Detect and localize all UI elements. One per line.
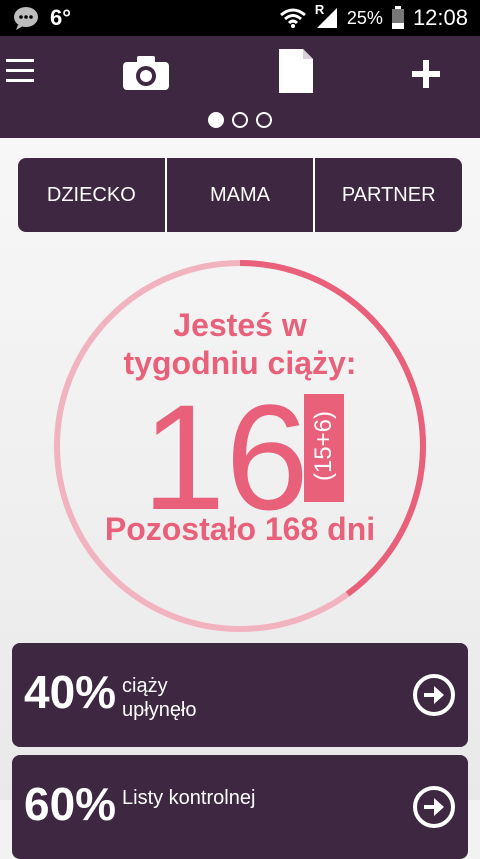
hamburger-icon (6, 59, 34, 82)
document-icon (279, 49, 313, 93)
page-dot-3[interactable] (256, 112, 272, 128)
checklist-percent: 60% (24, 778, 117, 830)
arrow-right-circle-icon[interactable] (412, 673, 456, 717)
roaming-letter: R (314, 2, 325, 17)
battery-icon (391, 6, 404, 29)
tab-dziecko[interactable]: DZIECKO (18, 158, 165, 232)
signal-indicator: R (315, 2, 339, 30)
tab-mama[interactable]: MAMA (164, 158, 314, 232)
plus-icon (412, 60, 440, 88)
progress-description: ciąży upłynęło (122, 674, 197, 722)
page-dot-2[interactable] (232, 112, 248, 128)
add-button[interactable] (404, 52, 448, 96)
page-dot-1[interactable] (208, 112, 224, 128)
clock: 12:08 (412, 5, 468, 30)
week-detail-badge: (15+6) (304, 394, 344, 502)
checklist-description: Listy kontrolnej (122, 786, 255, 810)
week-heading-line1: Jesteś w (173, 307, 307, 343)
weather-temperature: 6° (50, 5, 72, 30)
menu-button[interactable] (0, 50, 40, 92)
status-right: R 25% 12:08 (279, 2, 468, 31)
week-number: 16 (142, 373, 309, 541)
status-left: 6° (12, 5, 71, 31)
pregnancy-summary: Jesteś w tygodniu ciąży: 16 (15+6) Pozos… (50, 256, 430, 636)
camera-icon (123, 56, 169, 90)
profile-tabs: DZIECKO MAMA PARTNER (18, 158, 462, 232)
page-indicator[interactable] (0, 112, 480, 128)
progress-percent: 40% (24, 666, 117, 718)
progress-desc-line1: ciąży (122, 675, 168, 697)
days-remaining: Pozostało 168 dni (104, 511, 376, 547)
arrow-right-circle-icon[interactable] (412, 785, 456, 829)
document-button[interactable] (272, 46, 320, 96)
checklist-desc-line1: Listy kontrolnej (122, 787, 256, 809)
tab-partner[interactable]: PARTNER (313, 158, 462, 232)
progress-desc-line2: upłynęło (122, 699, 197, 721)
week-detail-text: (15+6) (310, 410, 337, 482)
checklist-card[interactable]: 60% Listy kontrolnej (12, 755, 468, 859)
progress-card[interactable]: 40% ciąży upłynęło (12, 643, 468, 747)
status-bar: 6° R 25% 12:08 (0, 0, 480, 36)
main-content: DZIECKO MAMA PARTNER Jesteś w tygodniu c… (0, 138, 480, 859)
battery-percent: 25% (346, 7, 383, 28)
week-heading: Jesteś w tygodniu ciąży: (50, 306, 430, 382)
wifi-icon (279, 8, 306, 28)
chat-notification-icon (14, 7, 38, 30)
camera-button[interactable] (118, 50, 174, 96)
